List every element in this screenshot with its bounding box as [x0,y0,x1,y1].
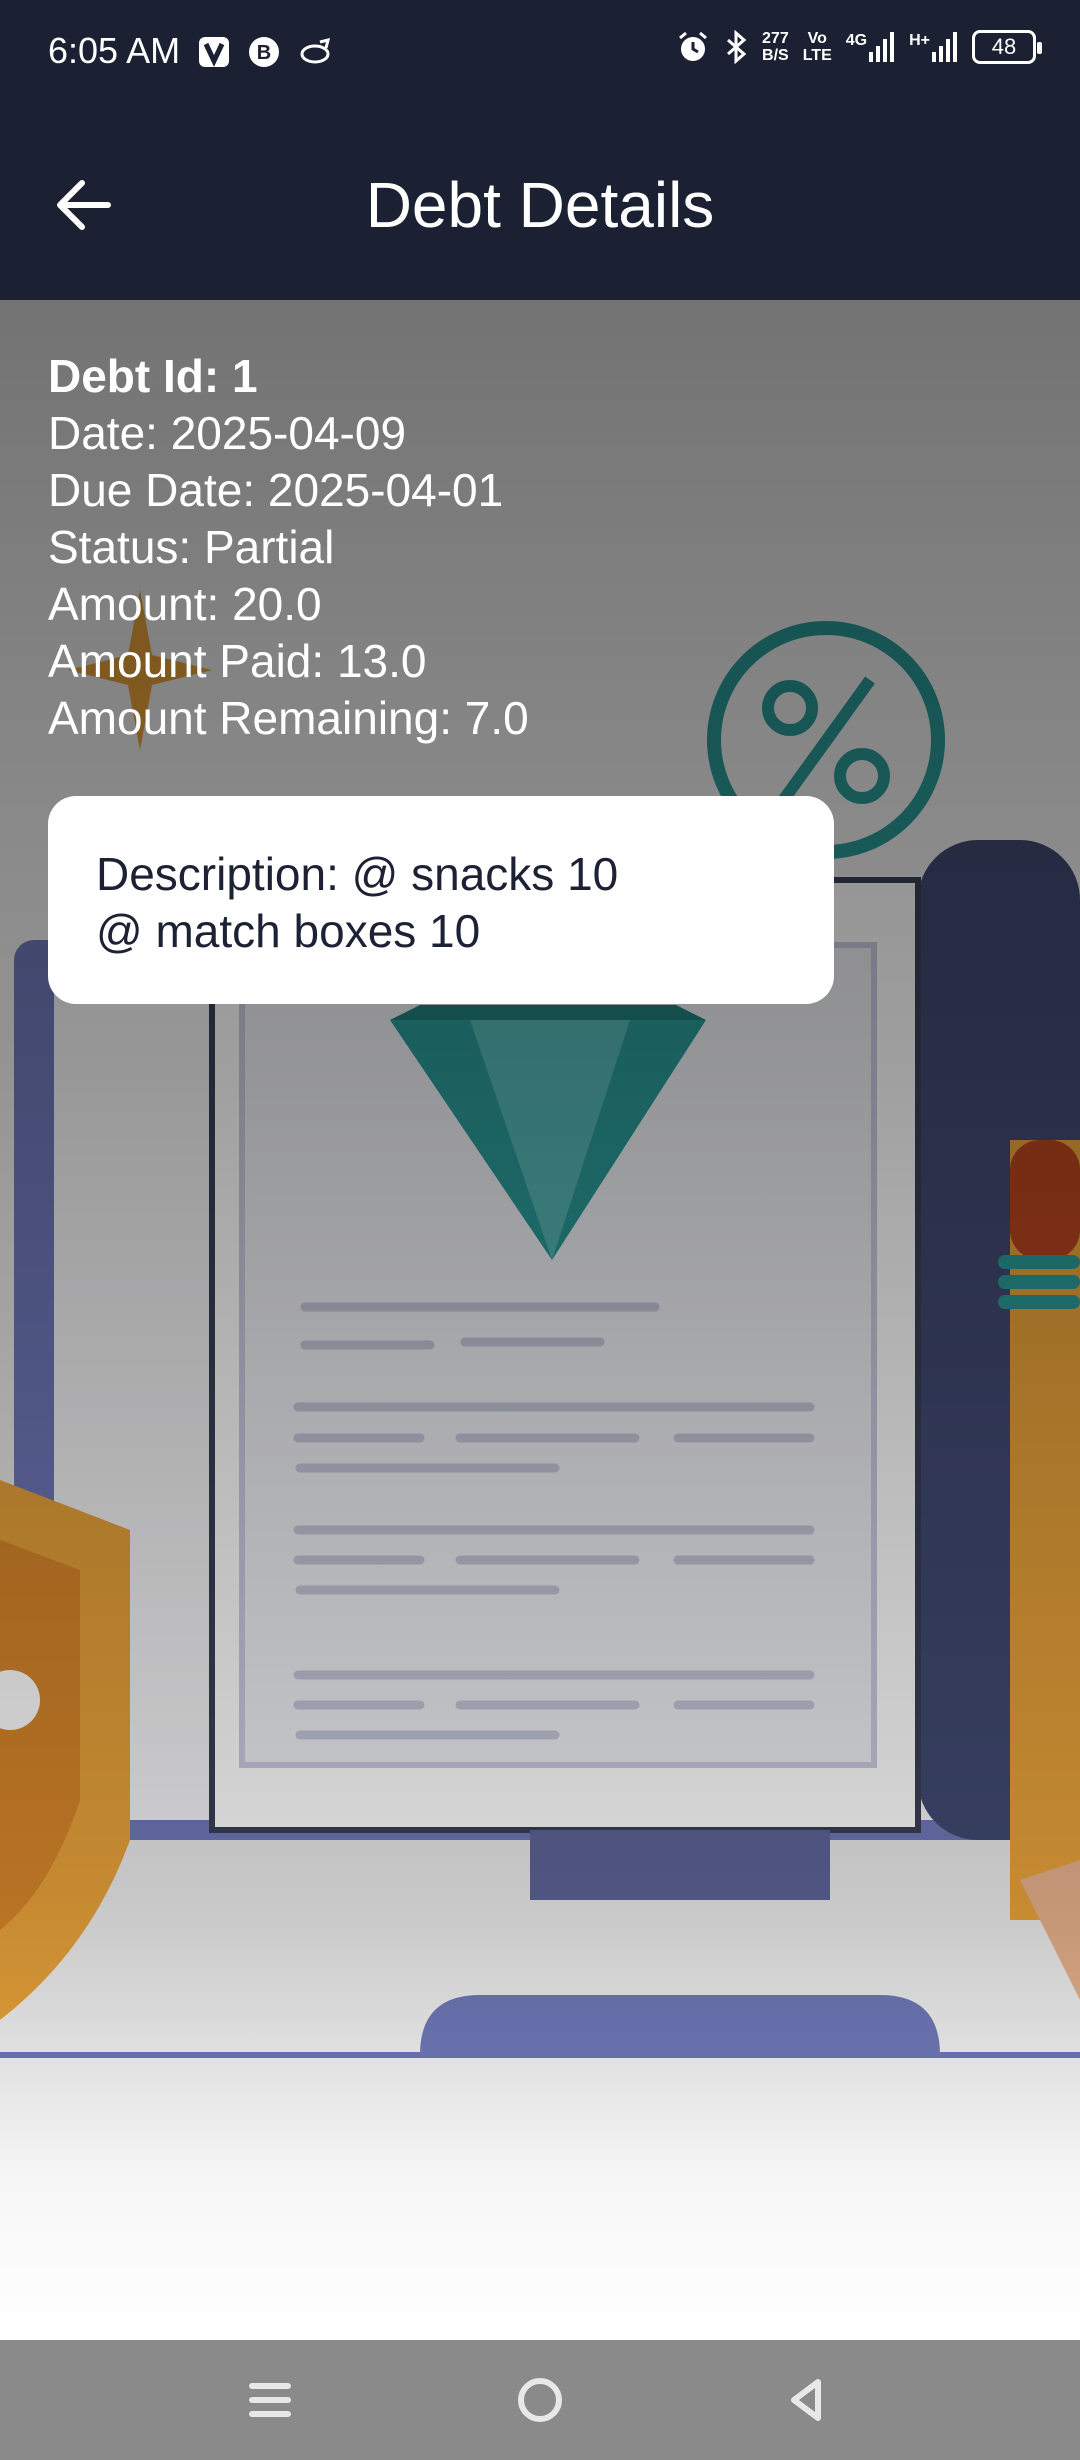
debt-amount-remaining: Amount Remaining: 7.0 [48,692,529,744]
home-circle-icon [518,2378,562,2422]
v-app-icon [199,37,229,67]
debt-date: Date: 2025-04-09 [48,407,407,459]
notification-icons: B [198,36,332,68]
svg-text:B: B [257,42,271,64]
status-time: 6:05 AM [48,30,181,71]
rocket-icon [300,37,331,64]
debt-amount: Amount: 20.0 [48,578,322,630]
page-title: Debt Details [365,169,715,241]
status-bar: 6:05 AM B 277 B/S Vo LTE 4G H+ 48 [0,0,1080,110]
b-app-icon: B [249,37,279,67]
content-area: Debt Id: 1 Date: 2025-04-09 Due Date: 20… [0,300,1080,2340]
volte-indicator: Vo LTE [802,30,832,64]
debt-status: Status: Partial [48,521,335,573]
debt-details: Debt Id: 1 Date: 2025-04-09 Due Date: 20… [48,348,529,747]
back-triangle-icon [791,2379,821,2421]
signal-4g: 4G [846,32,895,62]
description-card: Description: @ snacks 10 @ match boxes 1… [48,796,834,1004]
menu-icon [249,2383,291,2417]
alarm-icon [679,31,707,61]
navigation-bar [0,2340,1080,2460]
battery-indicator: 48 [972,30,1042,64]
data-rate: 277 B/S [762,30,789,64]
debt-id: Debt Id: 1 [48,350,258,402]
debt-due-date: Due Date: 2025-04-01 [48,464,504,516]
system-icons: 277 B/S Vo LTE 4G H+ 48 [676,30,1042,64]
home-button[interactable] [510,2370,570,2430]
signal-bars-icon [869,32,895,62]
signal-hplus: H+ [909,32,958,62]
menu-button[interactable] [240,2370,300,2430]
nav-back-button[interactable] [778,2370,838,2430]
signal-bars-icon [932,32,957,62]
app-bar: Debt Details [0,110,1080,300]
bluetooth-icon [727,30,747,64]
debt-amount-paid: Amount Paid: 13.0 [48,635,427,687]
